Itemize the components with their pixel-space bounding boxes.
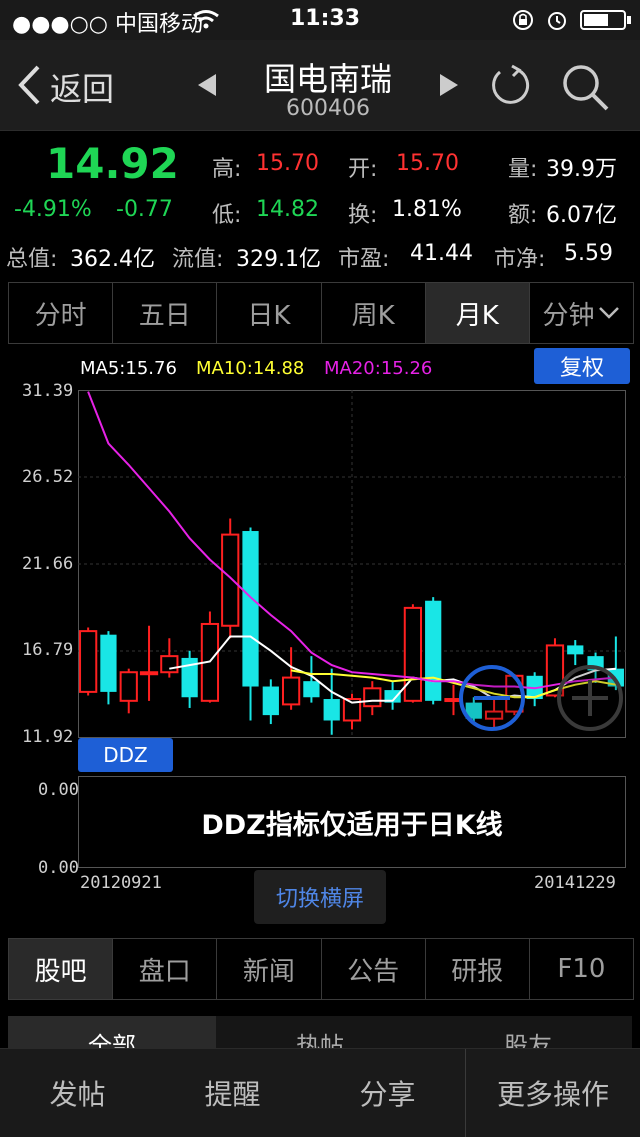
high-label: 高: [212, 157, 242, 182]
refresh-icon[interactable] [488, 64, 532, 108]
amount-value: 6.07亿 [546, 203, 617, 228]
tab-minute[interactable]: 分钟 [530, 283, 633, 343]
chevron-left-icon [18, 65, 40, 105]
float-cap-label: 流值: [172, 247, 224, 272]
nav-bar: 返回 国电南瑞 600406 [0, 40, 640, 131]
info-tabs: 股吧 盘口 新闻 公告 研报 F10 [8, 938, 634, 1000]
tab-intraday[interactable]: 分时 [9, 283, 114, 343]
turnover-value: 1.81% [392, 197, 462, 222]
tab-announcement[interactable]: 公告 [322, 939, 426, 999]
pb-label: 市净: [494, 247, 546, 272]
ma5-legend: MA5:15.76 [80, 358, 177, 379]
back-label: 返回 [50, 70, 115, 108]
tab-minute-label: 分钟 [542, 300, 595, 331]
rotation-lock-icon [513, 10, 533, 30]
prev-stock-icon[interactable] [196, 72, 218, 98]
stock-code: 600406 [286, 96, 370, 121]
wifi-icon [193, 10, 219, 29]
tab-news[interactable]: 新闻 [217, 939, 322, 999]
post-button[interactable]: 发帖 [0, 1049, 155, 1137]
total-cap-label: 总值: [6, 247, 58, 272]
tab-research[interactable]: 研报 [426, 939, 530, 999]
y-tick-label: 26.52 [22, 467, 74, 487]
high-value: 15.70 [256, 151, 319, 176]
ma10-legend: MA10:14.88 [196, 358, 305, 379]
ddz-indicator-button[interactable]: DDZ [78, 738, 173, 772]
k-line-chart[interactable] [78, 390, 626, 738]
tab-guba[interactable]: 股吧 [9, 939, 114, 999]
candle-body [119, 671, 138, 702]
candle-body [425, 600, 442, 701]
change-amount: -0.77 [116, 197, 173, 222]
tab-weekly-k[interactable]: 周K [322, 283, 426, 343]
pb-value: 5.59 [564, 241, 613, 266]
last-price: 14.92 [46, 139, 179, 188]
ddz-message: DDZ指标仅适用于日K线 [201, 809, 503, 841]
chevron-down-icon [599, 307, 620, 319]
bottom-action-bar: 发帖 提醒 分享 更多操作 [0, 1048, 640, 1137]
ddz-indicator-panel: DDZ指标仅适用于日K线 [78, 776, 626, 868]
amount-label: 额: [508, 203, 538, 228]
volume-value: 39.9万 [546, 157, 617, 182]
candle-body [567, 645, 584, 655]
fuquan-button[interactable]: 复权 [534, 348, 630, 384]
status-bar: ●●●○○ 中国移动 11:33 [0, 0, 640, 40]
next-stock-icon[interactable] [438, 72, 460, 98]
battery-icon [580, 10, 631, 30]
pe-value: 41.44 [410, 241, 473, 266]
candle-body [262, 686, 279, 716]
carrier: ●●●○○ 中国移动 [12, 12, 203, 37]
tab-f10[interactable]: F10 [530, 939, 633, 999]
ddz-tick-label: 0.00 [38, 780, 79, 800]
candle-body [303, 681, 320, 698]
candle-body [323, 699, 340, 721]
alarm-icon [548, 12, 566, 30]
volume-label: 量: [508, 157, 538, 182]
float-cap-value: 329.1亿 [236, 247, 321, 272]
ma20-legend: MA20:15.26 [324, 358, 433, 379]
tab-pankou[interactable]: 盘口 [113, 939, 218, 999]
tab-monthly-k[interactable]: 月K [425, 283, 530, 343]
y-tick-label: 31.39 [22, 381, 74, 401]
turnover-label: 换: [348, 203, 378, 228]
pe-label: 市盈: [338, 247, 390, 272]
candle-body [242, 531, 259, 687]
share-button[interactable]: 分享 [310, 1049, 465, 1137]
y-tick-label: 21.66 [22, 554, 74, 574]
total-cap-value: 362.4亿 [70, 247, 155, 272]
zoom-in-button[interactable] [556, 664, 624, 732]
y-tick-label: 16.79 [22, 640, 74, 660]
back-button[interactable]: 返回 [12, 60, 122, 110]
stock-name: 国电南瑞 [263, 60, 392, 98]
low-value: 14.82 [256, 197, 319, 222]
candle-body [281, 676, 301, 706]
candle-body [221, 533, 240, 627]
quote-panel: 14.92 -4.91% -0.77 高: 15.70 低: 14.82 开: … [0, 131, 640, 276]
candle-body [160, 655, 179, 674]
low-label: 低: [212, 203, 242, 228]
x-end-date: 20141229 [534, 873, 616, 893]
candle-body [100, 634, 117, 692]
zoom-out-button[interactable] [458, 664, 526, 732]
tab-daily-k[interactable]: 日K [217, 283, 322, 343]
change-percent: -4.91% [14, 197, 92, 222]
chart-period-tabs: 分时 五日 日K 周K 月K 分钟 [8, 282, 634, 344]
candle-body [403, 606, 423, 702]
x-start-date: 20120921 [80, 873, 162, 893]
alert-button[interactable]: 提醒 [155, 1049, 310, 1137]
switch-landscape-button[interactable]: 切换横屏 [254, 870, 386, 924]
candle-body [139, 671, 159, 676]
y-tick-label: 11.92 [22, 727, 74, 747]
open-label: 开: [348, 157, 378, 182]
tab-five-day[interactable]: 五日 [113, 283, 218, 343]
candle-body [79, 630, 98, 693]
search-icon[interactable] [560, 62, 610, 112]
clock: 11:33 [290, 6, 361, 31]
more-actions-button[interactable]: 更多操作 [465, 1049, 640, 1137]
ddz-tick-label: 0.00 [38, 858, 79, 878]
open-value: 15.70 [396, 151, 459, 176]
candle-body [363, 687, 382, 708]
